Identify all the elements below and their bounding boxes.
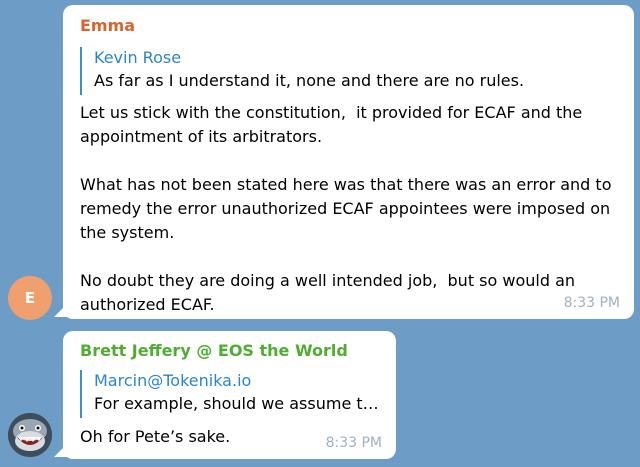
reply-sender-name: Marcin@Tokenika.io bbox=[94, 371, 252, 390]
avatar-initial: E bbox=[24, 289, 36, 307]
shark-avatar-icon bbox=[8, 413, 52, 457]
sender-name[interactable]: Brett Jeffery @ EOS the World bbox=[80, 341, 348, 360]
reply-sender-name: Kevin Rose bbox=[94, 48, 182, 67]
message-bubble-brett[interactable]: Brett Jeffery @ EOS the World Marcin@Tok… bbox=[63, 331, 396, 459]
reply-text: As far as I understand it, none and ther… bbox=[94, 71, 525, 90]
message-time: 8:33 PM bbox=[563, 295, 620, 311]
message-text: Let us stick with the constitution, it p… bbox=[80, 103, 612, 314]
bubble-tail bbox=[54, 443, 68, 457]
avatar[interactable]: E bbox=[8, 276, 52, 320]
message-bubble-emma[interactable]: Emma Kevin Rose As far as I understand i… bbox=[63, 5, 634, 319]
message-time: 8:33 PM bbox=[325, 435, 382, 451]
bubble-tail bbox=[54, 303, 68, 317]
avatar[interactable] bbox=[8, 413, 52, 457]
reply-text: For example, should we assume t… bbox=[94, 394, 379, 413]
reply-quote[interactable]: Kevin Rose As far as I understand it, no… bbox=[80, 47, 600, 95]
sender-name[interactable]: Emma bbox=[80, 16, 135, 35]
reply-quote[interactable]: Marcin@Tokenika.io For example, should w… bbox=[80, 370, 380, 418]
message-text: Oh for Pete’s sake. bbox=[80, 427, 231, 446]
